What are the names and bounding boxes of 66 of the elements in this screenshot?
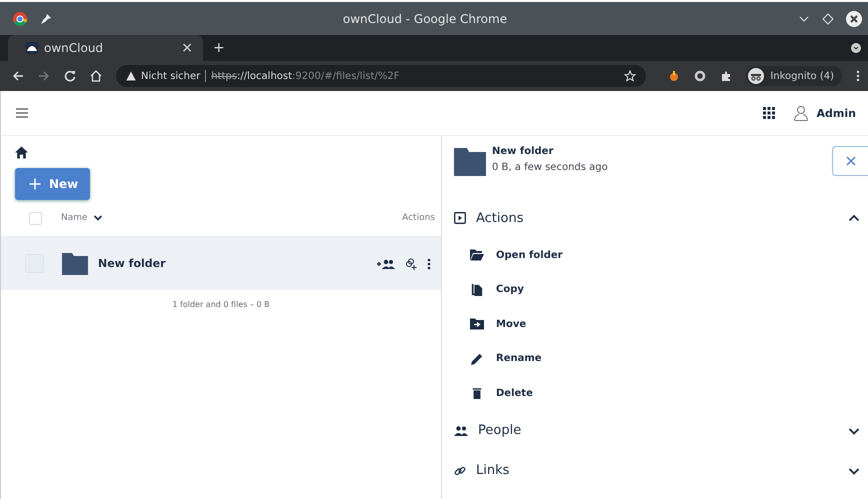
close-icon[interactable] <box>846 10 862 26</box>
ring-icon[interactable] <box>694 70 706 82</box>
add-link-icon[interactable] <box>405 258 417 270</box>
back-arrow-icon[interactable] <box>12 70 24 82</box>
menu-dots-icon[interactable] <box>856 70 860 82</box>
browser-tab[interactable]: ownCloud × <box>8 35 203 61</box>
folder-icon <box>62 252 88 274</box>
section-header[interactable]: People <box>454 410 868 450</box>
forward-arrow-icon[interactable] <box>38 70 50 82</box>
copy-icon <box>470 284 484 296</box>
more-options-icon[interactable] <box>427 258 431 270</box>
actions-column-header: Actions <box>402 213 435 223</box>
security-warning: Nicht sicher <box>141 70 200 82</box>
link-icon <box>454 464 466 476</box>
close-icon <box>846 156 856 166</box>
window-title: ownCloud - Google Chrome <box>342 12 508 26</box>
star-icon[interactable] <box>624 70 636 82</box>
chevron-down-icon[interactable] <box>92 213 103 223</box>
close-button[interactable] <box>832 146 868 176</box>
chevron-up-icon <box>848 212 860 224</box>
add-people-icon[interactable] <box>377 258 395 270</box>
action-item[interactable]: Open folder <box>454 238 868 272</box>
new-tab-button[interactable]: + <box>213 40 225 56</box>
file-row[interactable]: New folder <box>1 236 441 290</box>
app-grid-icon[interactable] <box>762 107 775 119</box>
incognito-icon <box>748 68 764 84</box>
action-item[interactable]: Delete <box>454 376 868 410</box>
url-text: https://localhost:9200/#/files/list/%2F <box>211 70 400 82</box>
plus-icon <box>29 178 41 190</box>
file-count-summary: 1 folder and 0 files – 0 B <box>171 299 271 309</box>
address-bar[interactable]: Nicht sicher https://localhost:9200/#/files/list/%2F <box>116 65 646 87</box>
pin-icon[interactable] <box>40 12 52 24</box>
user-icon <box>792 105 809 121</box>
section-header[interactable]: Links <box>454 450 868 490</box>
section-header[interactable]: Actions <box>454 198 868 238</box>
user-menu[interactable]: Admin <box>792 105 856 121</box>
profile-button[interactable]: Inkognito (4) <box>746 66 842 86</box>
maximize-icon[interactable] <box>822 12 834 24</box>
folder-name: New folder <box>492 146 554 157</box>
people-icon <box>454 424 468 436</box>
tab-title: ownCloud <box>44 41 104 55</box>
action-item[interactable]: Move <box>454 307 868 342</box>
home-icon[interactable] <box>15 146 28 159</box>
extension-icon[interactable] <box>668 70 680 82</box>
warning-icon <box>126 71 136 81</box>
tab-search-icon[interactable] <box>850 42 862 54</box>
name-column-header[interactable]: Name <box>61 213 88 223</box>
file-name[interactable]: New folder <box>98 257 166 270</box>
cloud-icon <box>26 42 38 54</box>
home-icon[interactable] <box>90 70 102 82</box>
action-item[interactable]: Rename <box>454 342 868 376</box>
pencil-icon <box>470 352 484 365</box>
new-button[interactable]: New <box>15 168 90 200</box>
chrome-logo-icon <box>12 10 28 26</box>
folder-meta: 0 B, a few seconds ago <box>492 162 608 173</box>
action-item[interactable]: Copy <box>454 272 868 307</box>
folder-arrow-icon <box>470 318 484 330</box>
select-all-checkbox[interactable] <box>29 212 42 224</box>
trash-icon <box>470 387 484 400</box>
menu-icon[interactable] <box>15 107 29 119</box>
folder-icon <box>454 148 486 176</box>
puzzle-icon[interactable] <box>720 70 732 82</box>
open-folder-icon <box>470 249 484 262</box>
play-box-icon <box>454 212 466 224</box>
reload-icon[interactable] <box>64 70 76 82</box>
tab-close-button[interactable]: × <box>181 40 193 56</box>
